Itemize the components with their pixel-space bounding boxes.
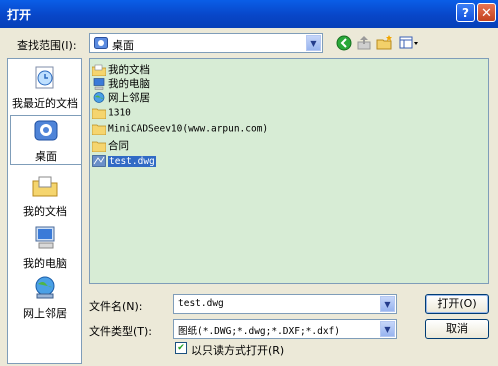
filetype-label: 文件类型(T): [89, 325, 153, 338]
my-documents-icon [92, 64, 106, 76]
cancel-button[interactable]: 取消 [425, 319, 489, 339]
folder-icon [92, 108, 106, 119]
list-item[interactable]: 合同 [92, 138, 129, 152]
place-label: 我的文档 [23, 205, 67, 218]
places-bar: 我最近的文档 桌面 我的文档 我的电脑 网上邻居 [7, 58, 82, 364]
my-computer-icon [35, 226, 55, 249]
list-item[interactable]: 我的电脑 [92, 76, 150, 90]
open-button[interactable]: 打开(O) [425, 294, 489, 314]
checkmark-icon: ✔ [177, 343, 185, 353]
place-label: 桌面 [35, 150, 57, 163]
list-item[interactable]: MiniCADSeev10(www.arpun.com) [92, 122, 268, 136]
chevron-down-icon[interactable]: ▼ [380, 321, 395, 337]
place-label: 网上邻居 [23, 307, 67, 320]
place-recent-documents[interactable]: 我最近的文档 [10, 63, 80, 111]
window-title: 打开 [7, 8, 32, 22]
filetype-value: 图纸(*.DWG;*.dwg;*.DXF;*.dxf) [178, 326, 340, 337]
place-my-documents[interactable]: 我的文档 [10, 171, 80, 219]
look-in-select[interactable]: 桌面 ▼ [89, 33, 323, 53]
my-computer-icon [93, 77, 105, 90]
network-places-icon [93, 91, 105, 103]
place-network-places[interactable]: 网上邻居 [10, 273, 80, 321]
folder-icon [92, 141, 106, 152]
place-label: 我的电脑 [23, 257, 67, 270]
file-list[interactable]: 我的文档 我的电脑 网上邻居 1310 MiniCADSeev10(www.ar… [89, 58, 489, 284]
place-label: 我最近的文档 [12, 97, 78, 110]
place-my-computer[interactable]: 我的电脑 [10, 223, 80, 271]
filename-value: test.dwg [178, 298, 224, 309]
list-item[interactable]: test.dwg [92, 154, 156, 168]
look-in-label: 查找范围(I): [17, 39, 77, 52]
desktop-icon [94, 37, 108, 49]
title-bar: 打开 ? ✕ [0, 0, 498, 29]
chevron-down-icon[interactable]: ▼ [306, 35, 321, 51]
close-button[interactable]: ✕ [477, 3, 496, 22]
recent-documents-icon [35, 66, 54, 89]
place-desktop[interactable]: 桌面 [10, 115, 82, 165]
close-icon: ✕ [481, 6, 492, 21]
back-icon[interactable] [336, 34, 352, 52]
view-menu-icon[interactable] [399, 34, 419, 52]
dialog-body: 查找范围(I): 桌面 ▼ 我最近的文档 桌面 我的文档 我的电脑 网上邻居 我… [0, 28, 498, 366]
my-documents-icon [32, 176, 58, 197]
list-item[interactable]: 1310 [92, 106, 131, 120]
desktop-icon [34, 120, 58, 141]
readonly-label: 以只读方式打开(R) [191, 344, 285, 357]
chevron-down-icon[interactable]: ▼ [380, 296, 395, 312]
filetype-select[interactable]: 图纸(*.DWG;*.dwg;*.DXF;*.dxf) ▼ [173, 319, 397, 339]
look-in-value: 桌面 [112, 39, 134, 52]
dwg-file-icon [92, 155, 106, 167]
help-icon: ? [462, 6, 469, 20]
filename-input[interactable]: test.dwg ▼ [173, 294, 397, 314]
list-item[interactable]: 网上邻居 [92, 90, 150, 104]
network-places-icon [35, 276, 55, 299]
up-folder-icon[interactable] [356, 34, 372, 52]
list-item[interactable]: 我的文档 [92, 62, 150, 76]
readonly-checkbox[interactable]: ✔ [175, 342, 187, 354]
filename-label: 文件名(N): [89, 300, 143, 313]
folder-icon [92, 124, 106, 135]
new-folder-icon[interactable] [376, 34, 394, 52]
help-button[interactable]: ? [456, 3, 475, 22]
